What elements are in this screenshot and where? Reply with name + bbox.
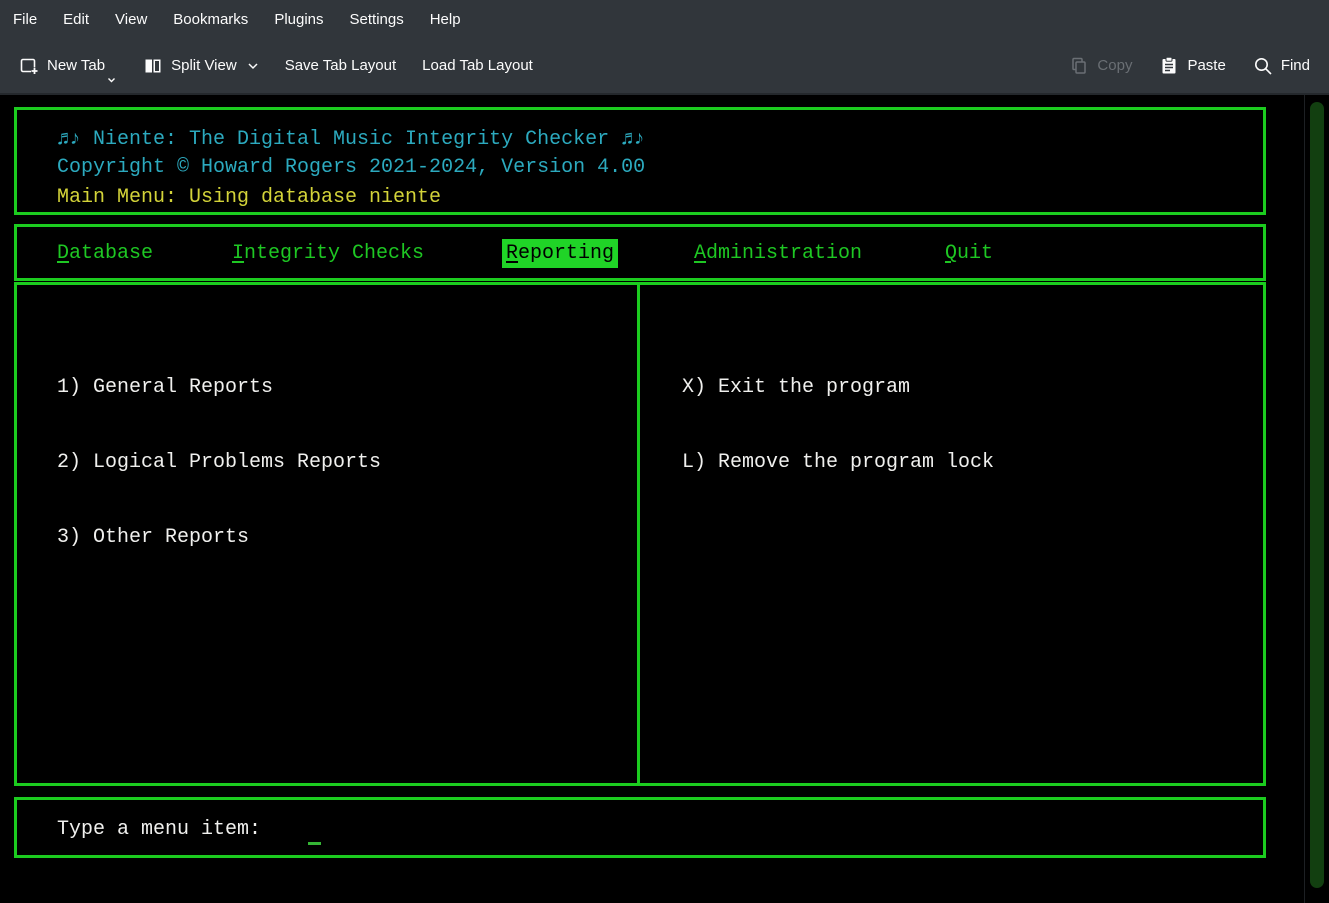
toolbar: New Tab Split View Save Tab Layout bbox=[0, 38, 1329, 95]
accelerator-key: D bbox=[57, 242, 69, 265]
option-remove-lock[interactable]: L) Remove the program lock bbox=[682, 448, 994, 477]
tui-menu-item-integrity-checks[interactable]: Integrity Checks bbox=[232, 239, 424, 268]
tui-menu-box bbox=[14, 224, 1266, 281]
chevron-down-icon bbox=[107, 77, 116, 84]
copy-label: Copy bbox=[1097, 57, 1132, 74]
load-tab-layout-label: Load Tab Layout bbox=[422, 57, 533, 74]
menubar: File Edit View Bookmarks Plugins Setting… bbox=[0, 0, 1329, 38]
status-line: Main Menu: Using database niente bbox=[57, 183, 441, 212]
accelerator-key: I bbox=[232, 242, 244, 265]
toolbar-right-group: Copy Paste Find bbox=[1068, 55, 1310, 77]
menubar-item-settings[interactable]: Settings bbox=[337, 11, 417, 28]
accelerator-key: Q bbox=[945, 242, 957, 265]
option-general-reports[interactable]: 1) General Reports bbox=[57, 373, 381, 402]
scrollbar[interactable] bbox=[1304, 95, 1329, 903]
menubar-item-bookmarks[interactable]: Bookmarks bbox=[160, 11, 261, 28]
menu-item-label: dministration bbox=[706, 242, 862, 265]
menubar-item-edit[interactable]: Edit bbox=[50, 11, 102, 28]
app-title: ♬♪ Niente: The Digital Music Integrity C… bbox=[57, 125, 645, 154]
split-view-button[interactable]: Split View bbox=[142, 55, 259, 77]
accelerator-key: R bbox=[506, 242, 518, 265]
tab-new-icon bbox=[18, 55, 40, 77]
chevron-down-icon bbox=[247, 62, 259, 70]
tui-menu-item-administration[interactable]: Administration bbox=[694, 239, 862, 268]
tui-menu-item-database[interactable]: Database bbox=[57, 239, 153, 268]
split-view-label: Split View bbox=[171, 57, 237, 74]
tui-panel-divider bbox=[637, 282, 640, 786]
option-logical-problems-reports[interactable]: 2) Logical Problems Reports bbox=[57, 448, 381, 477]
save-tab-layout-label: Save Tab Layout bbox=[285, 57, 396, 74]
tui-menu-item-reporting[interactable]: Reporting bbox=[502, 239, 618, 268]
load-tab-layout-button[interactable]: Load Tab Layout bbox=[422, 57, 533, 74]
terminal-cursor bbox=[308, 842, 321, 845]
exit-option-list: X) Exit the program L) Remove the progra… bbox=[682, 327, 994, 523]
menubar-item-plugins[interactable]: Plugins bbox=[261, 11, 336, 28]
option-other-reports[interactable]: 3) Other Reports bbox=[57, 523, 381, 552]
terminal-screen[interactable]: ♬♪ Niente: The Digital Music Integrity C… bbox=[0, 95, 1304, 903]
save-tab-layout-button[interactable]: Save Tab Layout bbox=[285, 57, 396, 74]
new-tab-button[interactable]: New Tab bbox=[18, 55, 116, 77]
copy-button[interactable]: Copy bbox=[1068, 55, 1132, 77]
menubar-item-file[interactable]: File bbox=[0, 11, 50, 28]
copy-icon bbox=[1068, 55, 1090, 77]
search-icon bbox=[1252, 55, 1274, 77]
toolbar-left-group: New Tab Split View Save Tab Layout bbox=[18, 55, 533, 77]
paste-label: Paste bbox=[1187, 57, 1225, 74]
menu-item-label: ntegrity Checks bbox=[244, 242, 424, 265]
scrollbar-thumb[interactable] bbox=[1310, 102, 1324, 888]
accelerator-key: A bbox=[694, 242, 706, 265]
prompt-label: Type a menu item: bbox=[57, 815, 261, 844]
new-tab-label: New Tab bbox=[47, 57, 105, 74]
menu-item-label: uit bbox=[957, 242, 993, 265]
reports-option-list: 1) General Reports 2) Logical Problems R… bbox=[57, 327, 381, 598]
paste-button[interactable]: Paste bbox=[1158, 55, 1225, 77]
split-view-icon bbox=[142, 55, 164, 77]
menu-item-label: atabase bbox=[69, 242, 153, 265]
copyright-line: Copyright © Howard Rogers 2021-2024, Ver… bbox=[57, 153, 645, 182]
find-button[interactable]: Find bbox=[1252, 55, 1310, 77]
window-chrome: File Edit View Bookmarks Plugins Setting… bbox=[0, 0, 1329, 95]
option-exit-program[interactable]: X) Exit the program bbox=[682, 373, 994, 402]
tui-menu-item-quit[interactable]: Quit bbox=[945, 239, 993, 268]
menu-item-label: eporting bbox=[518, 242, 614, 265]
find-label: Find bbox=[1281, 57, 1310, 74]
menubar-item-view[interactable]: View bbox=[102, 11, 160, 28]
paste-icon bbox=[1158, 55, 1180, 77]
menubar-item-help[interactable]: Help bbox=[417, 11, 474, 28]
